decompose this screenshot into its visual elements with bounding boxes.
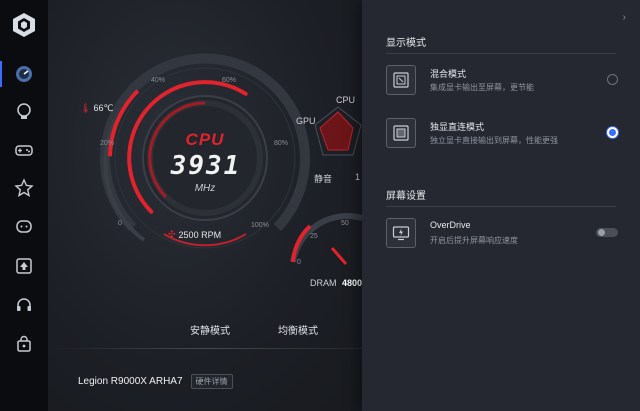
gauge-graphics: [100, 53, 362, 265]
gamepad-icon: [15, 145, 33, 156]
temperature-value: 66℃: [93, 103, 114, 113]
radar-label-cpu: CPU: [336, 95, 356, 105]
dram-label: DRAM: [310, 278, 337, 288]
headset-icon: [17, 298, 31, 311]
device-model: Legion R9000X ARHA7: [78, 376, 183, 387]
sidebar: [0, 0, 48, 411]
option-description: 开启后提升屏幕响应速度: [430, 236, 518, 245]
cpu-frequency-value: 3931: [170, 151, 242, 181]
bag-icon: [17, 335, 31, 352]
gauge-tick: 60%: [222, 77, 237, 84]
sidebar-item-audio[interactable]: [0, 288, 48, 322]
performance-dashboard: 0 20% 40% 60% 80% 100% 🌡︎ 66℃ CPU 3931 M…: [48, 0, 362, 411]
option-description: 独立显卡直接输出到屏幕，性能更强: [430, 136, 558, 145]
fan-speed: ✣ 2500 RPM: [168, 229, 221, 240]
sidebar-item-dashboard[interactable]: [0, 57, 48, 91]
fan-speed-value: 2500 RPM: [178, 229, 222, 240]
display-mode-title: 显示模式: [386, 38, 426, 49]
dram-tick: 0: [297, 259, 301, 266]
gauge-label: CPU: [185, 130, 225, 149]
hybrid-gpu-icon: [386, 65, 416, 95]
sidebar-item-lighting[interactable]: [0, 95, 48, 129]
dram-tick: 50: [341, 220, 349, 227]
overdrive-toggle[interactable]: [596, 228, 618, 237]
option-discrete-mode[interactable]: 独显直连模式 独立显卡直接输出到屏幕，性能更强: [386, 114, 618, 154]
sidebar-item-favorites[interactable]: [0, 171, 48, 205]
thermometer-icon: 🌡︎: [80, 103, 92, 113]
option-title: 混合模式: [430, 69, 467, 79]
legion-logo-icon: [13, 13, 35, 37]
device-footer: Legion R9000X ARHA7 硬件详情: [78, 374, 233, 389]
divider: [48, 348, 362, 349]
bulb-icon: [17, 103, 31, 119]
collapse-chevron-icon[interactable]: ›: [623, 12, 626, 23]
dram-value: 4800: [342, 278, 362, 288]
divider: [386, 53, 616, 54]
fan-icon: ✣: [168, 229, 176, 239]
display-settings-panel: › 显示模式 混合模式 集成显卡输出至屏幕，更节能 独显直连模式 独立显卡直接输…: [362, 0, 640, 411]
gauge-tick: 20%: [100, 140, 115, 147]
gauge-tick: 40%: [151, 77, 166, 84]
option-overdrive[interactable]: OverDrive 开启后提升屏幕响应速度: [386, 214, 618, 254]
sidebar-item-updates[interactable]: [0, 249, 48, 283]
gauge-tick: 80%: [274, 140, 289, 147]
gauge-tick: 100%: [251, 222, 269, 229]
dashboard-icon: [16, 66, 32, 82]
sidebar-item-games[interactable]: [0, 133, 48, 167]
app-window: 0 20% 40% 60% 80% 100% 🌡︎ 66℃ CPU 3931 M…: [0, 0, 640, 411]
dram-track: [290, 213, 362, 263]
mode-tab-quiet[interactable]: 安静模式: [190, 322, 230, 337]
monitor-bolt-icon: [386, 218, 416, 248]
mode-tabs: 安静模式 均衡模式: [48, 322, 362, 344]
temperature-readout: 🌡︎ 66℃: [80, 103, 114, 114]
mode-tab-balanced[interactable]: 均衡模式: [278, 322, 318, 337]
option-hybrid-mode[interactable]: 混合模式 集成显卡输出至屏幕，更节能: [386, 61, 618, 101]
hybrid-mode-radio[interactable]: [607, 74, 618, 85]
divider: [386, 206, 616, 207]
sidebar-item-store[interactable]: [0, 327, 48, 361]
discrete-gpu-icon: [386, 118, 416, 148]
dram-needle: [330, 247, 348, 265]
gauge-tick: 0: [118, 220, 122, 227]
option-title: 独显直连模式: [430, 122, 485, 132]
hardware-details-button[interactable]: 硬件详情: [190, 374, 233, 389]
radar-label-quiet: 静音: [314, 174, 333, 184]
chat-icon: [16, 220, 32, 233]
upload-icon: [16, 258, 32, 274]
cpu-frequency-unit: MHz: [194, 183, 216, 194]
star-icon: [14, 178, 34, 197]
sidebar-item-community[interactable]: [0, 210, 48, 244]
screen-settings-title: 屏幕设置: [386, 191, 426, 202]
dram-tick: 25: [310, 233, 318, 240]
radar-label-gpu: GPU: [296, 116, 316, 126]
radar-label-extra: 1: [355, 172, 361, 182]
option-title: OverDrive: [430, 220, 471, 230]
option-description: 集成显卡输出至屏幕，更节能: [430, 83, 534, 92]
discrete-mode-radio[interactable]: [607, 127, 618, 138]
